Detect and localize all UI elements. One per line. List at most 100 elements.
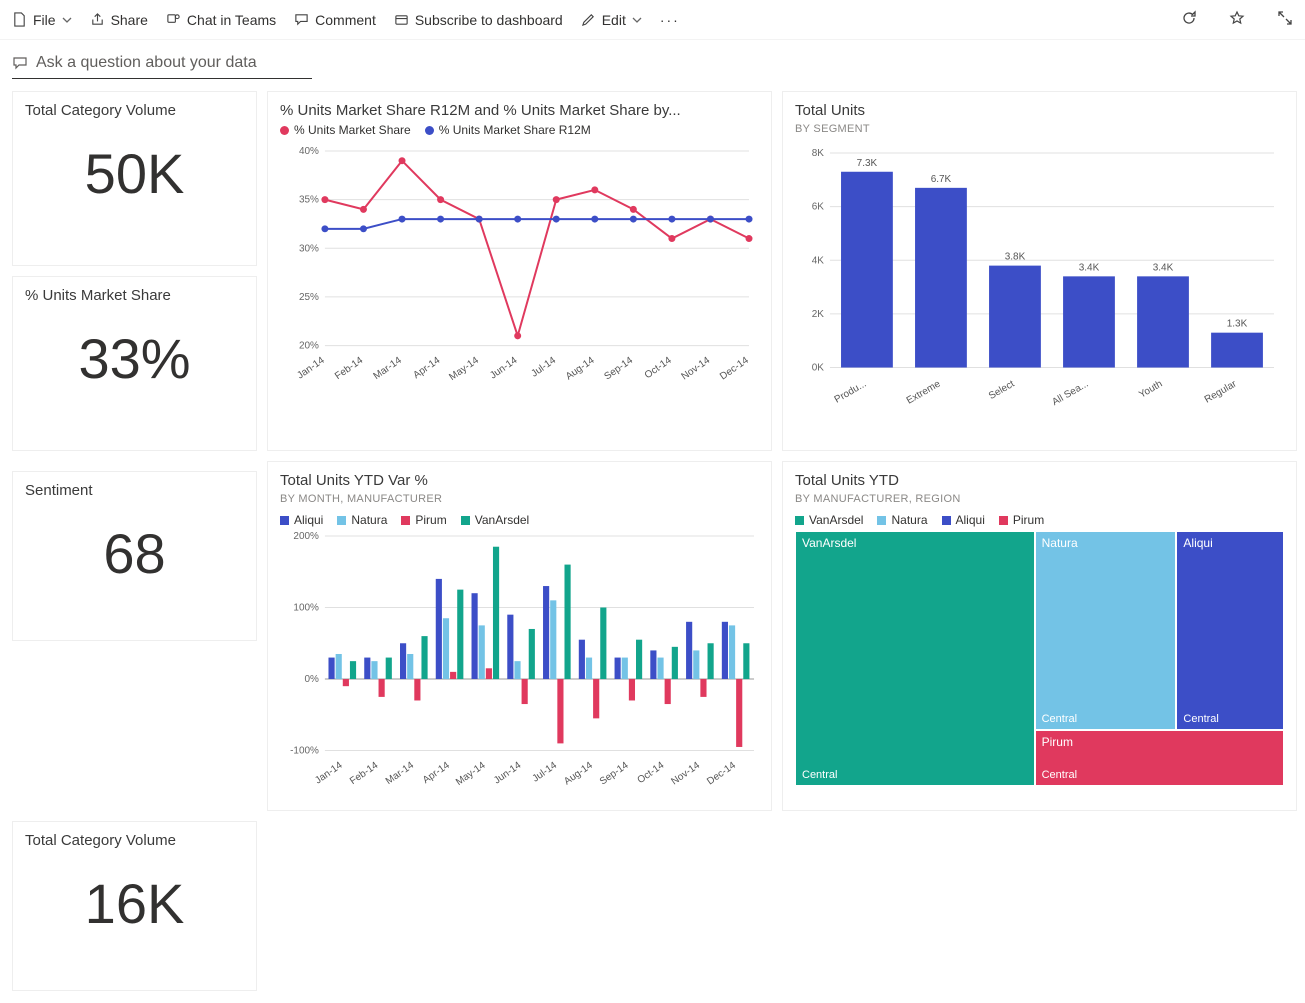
svg-text:Feb-14: Feb-14 [348,760,381,787]
tile-subtitle: By Month, Manufacturer [280,493,759,505]
kpi-value: 50K [25,123,244,206]
bar-chart: 0K2K4K6K8K7.3KProdu...6.7KExtreme3.8KSel… [795,143,1284,422]
kpi-value: 68 [25,503,244,586]
share-button[interactable]: Share [90,12,148,28]
svg-text:Produ...: Produ... [833,379,869,406]
svg-text:Jan-14: Jan-14 [295,355,327,382]
subscribe-button[interactable]: Subscribe to dashboard [394,12,563,28]
svg-text:8K: 8K [812,148,825,159]
svg-text:May-14: May-14 [454,760,488,788]
tile-title: Total Units [795,102,1284,119]
teams-icon [166,12,181,27]
svg-text:100%: 100% [293,603,319,614]
edit-icon [581,12,596,27]
svg-text:Feb-14: Feb-14 [333,355,366,382]
tile-title: Total Units YTD Var % [280,472,759,489]
tile-market-share-line[interactable]: % Units Market Share R12M and % Units Ma… [267,91,772,451]
svg-text:7.3K: 7.3K [857,158,878,169]
svg-text:All Sea...: All Sea... [1050,379,1090,408]
svg-text:Sep-14: Sep-14 [598,760,631,788]
legend: % Units Market Share % Units Market Shar… [280,123,759,137]
svg-text:3.8K: 3.8K [1005,252,1026,263]
fullscreen-button[interactable] [1277,10,1293,29]
svg-text:40%: 40% [299,146,319,157]
svg-text:30%: 30% [299,243,319,254]
tile-ytd-treemap[interactable]: Total Units YTD By Manufacturer, Region … [782,461,1297,811]
tile-subtitle: By Manufacturer, Region [795,493,1284,505]
svg-text:Jul-14: Jul-14 [529,355,558,380]
svg-text:May-14: May-14 [447,355,481,383]
svg-text:Dec-14: Dec-14 [718,355,751,383]
kpi-value: 16K [25,853,244,936]
tile-title: Sentiment [25,482,244,499]
svg-text:-100%: -100% [290,746,319,757]
svg-text:Apr-14: Apr-14 [421,760,452,786]
svg-text:Jun-14: Jun-14 [492,760,524,787]
tile-total-units-bar[interactable]: Total Units By Segment 0K 2K 4K 6K 8K 7.3K Pro… [782,91,1297,451]
svg-text:35%: 35% [299,195,319,206]
grouped-bar-chart: -100% 0% 100% 200% Jan-14Feb-14Mar-14Apr-14M… [280,531,759,800]
svg-text:Oct-14: Oct-14 [643,355,674,381]
qna-input[interactable]: Ask a question about your data [12,50,312,79]
svg-text:6K: 6K [812,202,825,213]
svg-text:Jan-14: Jan-14 [313,760,345,787]
dashboard-grid: Total Category Volume 50K % Units Market… [0,79,1305,1003]
svg-text:Aug-14: Aug-14 [564,355,597,383]
svg-text:Oct-14: Oct-14 [636,760,667,786]
comment-icon [12,55,28,71]
tile-sentiment[interactable]: Sentiment 68 [12,471,257,641]
chat-teams-button[interactable]: Chat in Teams [166,12,276,28]
svg-text:Dec-14: Dec-14 [705,760,738,788]
tile-title: Total Units YTD [795,472,1284,489]
svg-text:Jul-14: Jul-14 [531,760,560,785]
tile-title: % Units Market Share [25,287,244,304]
top-toolbar: File Share Chat in Teams Comment Subscri… [0,0,1305,40]
svg-text:3.4K: 3.4K [1153,262,1174,273]
svg-text:1.3K: 1.3K [1227,319,1248,330]
refresh-button[interactable] [1181,10,1197,29]
tile-ytd-var[interactable]: Total Units YTD Var % By Month, Manufact… [267,461,772,811]
svg-text:6.7K: 6.7K [931,174,952,185]
svg-text:Nov-14: Nov-14 [669,760,702,788]
tile-subtitle: By Segment [795,123,1284,135]
tile-total-category-volume-2[interactable]: Total Category Volume 16K [12,821,257,991]
svg-text:4K: 4K [812,255,825,266]
svg-text:Mar-14: Mar-14 [372,355,405,382]
svg-text:Apr-14: Apr-14 [411,355,442,381]
svg-text:Extreme: Extreme [905,378,943,406]
comment-button[interactable]: Comment [294,12,376,28]
svg-text:25%: 25% [299,292,319,303]
svg-text:200%: 200% [293,531,319,542]
svg-text:Sep-14: Sep-14 [602,355,635,383]
qna-area: Ask a question about your data [0,40,1305,79]
comment-icon [294,12,309,27]
tile-title: Total Category Volume [25,832,244,849]
svg-text:Nov-14: Nov-14 [680,355,713,383]
svg-text:0K: 0K [812,363,825,374]
legend: VanArsdel Natura Aliqui Pirum [795,513,1284,527]
favorite-button[interactable] [1229,10,1245,29]
svg-text:20%: 20% [299,341,319,352]
svg-text:2K: 2K [812,309,825,320]
svg-text:Youth: Youth [1137,379,1164,401]
legend: Aliqui Natura Pirum VanArsdel [280,513,759,527]
tile-title: % Units Market Share R12M and % Units Ma… [280,102,759,119]
chevron-down-icon [632,15,642,25]
treemap: VanArsdelCentral NaturaCentral AliquiCen… [795,531,1284,786]
file-menu[interactable]: File [12,12,72,28]
share-icon [90,12,105,27]
file-icon [12,12,27,27]
tile-total-category-volume-1[interactable]: Total Category Volume 50K [12,91,257,266]
subscribe-icon [394,12,409,27]
kpi-value: 33% [25,308,244,391]
tile-pct-market-share[interactable]: % Units Market Share 33% [12,276,257,451]
tile-title: Total Category Volume [25,102,244,119]
svg-text:Mar-14: Mar-14 [384,760,417,787]
line-chart: 20% 25% 30% 35% 40% Jan-14Feb-14Mar-14Apr-14M… [280,141,759,400]
more-menu[interactable]: ··· [660,12,680,28]
edit-menu[interactable]: Edit [581,12,642,28]
svg-text:3.4K: 3.4K [1079,262,1100,273]
chevron-down-icon [62,15,72,25]
svg-text:0%: 0% [304,674,319,685]
svg-text:Jun-14: Jun-14 [488,355,520,382]
